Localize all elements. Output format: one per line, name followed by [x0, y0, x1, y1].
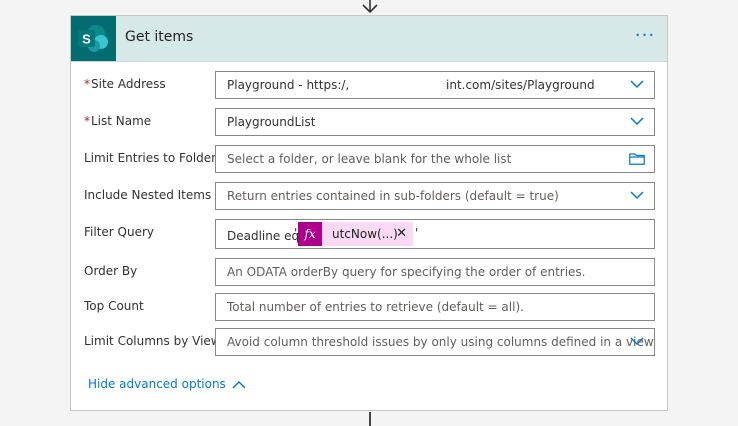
nested-items-placeholder: Return entries contained in sub-folders …: [227, 189, 559, 203]
top-count-input[interactable]: Total number of entries to retrieve (def…: [215, 293, 655, 321]
remove-token-icon[interactable]: ✕: [396, 222, 407, 246]
top-count-placeholder: Total number of entries to retrieve (def…: [227, 300, 524, 314]
fx-icon: fx: [298, 222, 322, 246]
site-address-dropdown[interactable]: Playground - https:/, int.com/sites/Play…: [215, 71, 655, 99]
more-options-button[interactable]: ···: [631, 26, 659, 50]
limit-folder-placeholder: Select a folder, or leave blank for the …: [227, 152, 512, 166]
folder-icon[interactable]: [629, 153, 645, 165]
required-mark: *: [84, 77, 90, 91]
nested-items-dropdown[interactable]: Return entries contained in sub-folders …: [215, 182, 655, 210]
limit-folder-input[interactable]: Select a folder, or leave blank for the …: [215, 145, 655, 173]
chevron-down-icon[interactable]: [630, 79, 644, 89]
limit-columns-placeholder: Avoid column threshold issues by only us…: [227, 335, 654, 349]
nested-items-row: Include Nested Items Return entries cont…: [71, 182, 669, 218]
required-mark: *: [84, 114, 90, 128]
limit-columns-row: Limit Columns by View Avoid column thres…: [71, 328, 669, 364]
order-by-input[interactable]: An ODATA orderBy query for specifying th…: [215, 258, 655, 286]
limit-columns-dropdown[interactable]: Avoid column threshold issues by only us…: [215, 328, 655, 356]
limit-folder-row: Limit Entries to Folder Select a folder,…: [71, 145, 669, 181]
quote-open: ': [294, 226, 298, 240]
order-by-label: Order By: [84, 264, 138, 278]
hide-advanced-options-label: Hide advanced options: [88, 377, 226, 391]
chevron-down-icon[interactable]: [630, 116, 644, 126]
chevron-down-icon[interactable]: [630, 336, 644, 346]
list-name-label-wrap: *List Name: [84, 114, 151, 128]
list-name-dropdown[interactable]: PlaygroundList: [215, 108, 655, 136]
card-title: Get items: [125, 29, 194, 45]
site-address-label: Site Address: [91, 77, 166, 91]
get-items-card: S Get items ··· *Site Address Playground…: [70, 15, 668, 411]
bottom-connector: [369, 412, 371, 426]
site-address-value-prefix: Playground - https:/,: [227, 78, 350, 92]
top-count-label: Top Count: [84, 299, 144, 313]
expression-token[interactable]: fx utcNow(...) ✕: [298, 222, 413, 246]
sharepoint-icon: S: [71, 16, 116, 61]
filter-query-text: Deadline eq: [227, 229, 300, 243]
hide-advanced-options-link[interactable]: Hide advanced options: [88, 377, 246, 391]
limit-folder-label: Limit Entries to Folder: [84, 151, 217, 165]
list-name-row: *List Name PlaygroundList: [71, 108, 669, 144]
limit-columns-label: Limit Columns by View: [84, 334, 221, 348]
list-name-value: PlaygroundList: [227, 115, 316, 129]
nested-items-label: Include Nested Items: [84, 188, 212, 202]
chevron-down-icon[interactable]: [630, 190, 644, 200]
card-header[interactable]: S Get items ···: [71, 16, 667, 62]
site-address-value-suffix: int.com/sites/Playground: [446, 78, 595, 92]
filter-query-input[interactable]: Deadline eq ' fx utcNow(...) ✕ ': [215, 219, 655, 249]
quote-close: ': [415, 226, 419, 240]
down-arrow-connector-icon: [362, 0, 378, 14]
token-label: utcNow(...): [332, 227, 398, 241]
filter-query-label: Filter Query: [84, 225, 155, 239]
order-by-row: Order By An ODATA orderBy query for spec…: [71, 258, 669, 294]
top-count-row: Top Count Total number of entries to ret…: [71, 293, 669, 329]
filter-query-row: Filter Query Deadline eq ' fx utcNow(...…: [71, 219, 669, 255]
chevron-up-icon: [232, 381, 246, 389]
site-address-label-wrap: *Site Address: [84, 77, 166, 91]
site-address-row: *Site Address Playground - https:/, int.…: [71, 71, 669, 107]
list-name-label: List Name: [91, 114, 152, 128]
svg-text:S: S: [82, 32, 91, 47]
order-by-placeholder: An ODATA orderBy query for specifying th…: [227, 265, 586, 279]
